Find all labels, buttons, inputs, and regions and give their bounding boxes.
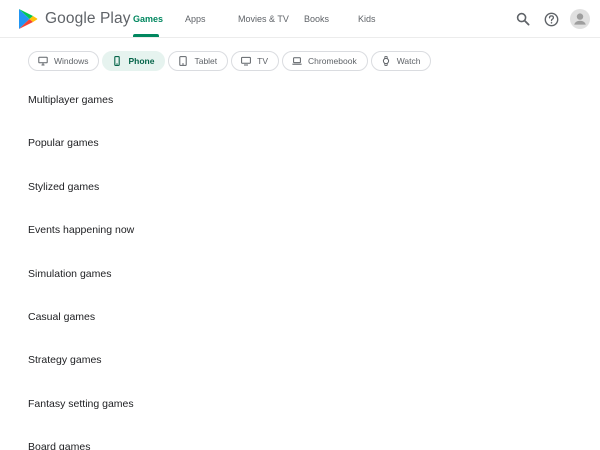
nav-tab-movies-tv[interactable]: Movies & TV bbox=[238, 0, 289, 38]
chip-windows[interactable]: Windows bbox=[28, 51, 100, 71]
chip-label: Tablet bbox=[194, 56, 218, 66]
search-button[interactable] bbox=[514, 10, 532, 28]
watch-icon bbox=[382, 56, 389, 66]
tv-icon bbox=[241, 56, 252, 66]
account-avatar-icon bbox=[570, 9, 590, 29]
section-title-simulation-games[interactable]: Simulation games bbox=[28, 268, 111, 280]
google-play-page: Google Play Games Apps Movies & TV Books… bbox=[0, 0, 600, 450]
google-play-logo-link[interactable]: Google Play bbox=[18, 8, 131, 30]
section-title-popular-games[interactable]: Popular games bbox=[28, 137, 99, 149]
section-title-stylized-games[interactable]: Stylized games bbox=[28, 181, 99, 193]
device-filter-chips: Windows Phone Tablet TV Chromebook Watch bbox=[28, 51, 432, 71]
nav-tab-kids[interactable]: Kids bbox=[358, 0, 376, 38]
section-title-board-games[interactable]: Board games bbox=[28, 441, 90, 450]
chip-tablet[interactable]: Tablet bbox=[168, 51, 229, 71]
help-icon bbox=[544, 12, 558, 26]
chip-label: Phone bbox=[128, 56, 155, 66]
nav-tab-books[interactable]: Books bbox=[304, 0, 329, 38]
section-title-events-happening-now[interactable]: Events happening now bbox=[28, 224, 134, 236]
tablet-icon bbox=[179, 56, 188, 66]
section-title-casual-games[interactable]: Casual games bbox=[28, 311, 95, 323]
chip-label: Chromebook bbox=[308, 56, 357, 66]
section-title-fantasy-setting-games[interactable]: Fantasy setting games bbox=[28, 398, 134, 410]
nav-tab-apps[interactable]: Apps bbox=[185, 0, 206, 38]
search-icon bbox=[516, 12, 530, 26]
section-title-strategy-games[interactable]: Strategy games bbox=[28, 354, 102, 366]
chip-label: Watch bbox=[396, 56, 421, 66]
phone-icon bbox=[114, 56, 121, 66]
top-app-bar: Google Play Games Apps Movies & TV Books… bbox=[0, 0, 600, 38]
chip-label: TV bbox=[257, 56, 269, 66]
windows-monitor-icon bbox=[38, 56, 48, 66]
chip-tv[interactable]: TV bbox=[231, 51, 280, 71]
chip-chromebook[interactable]: Chromebook bbox=[282, 51, 368, 71]
chip-watch[interactable]: Watch bbox=[370, 51, 432, 71]
section-title-multiplayer-games[interactable]: Multiplayer games bbox=[28, 94, 113, 106]
nav-tab-games[interactable]: Games bbox=[133, 0, 163, 38]
chip-phone[interactable]: Phone bbox=[102, 51, 166, 71]
chip-label: Windows bbox=[54, 56, 89, 66]
google-play-logo-icon bbox=[19, 9, 38, 29]
laptop-icon bbox=[292, 57, 302, 65]
brand-name: Google Play bbox=[45, 10, 131, 27]
active-tab-indicator bbox=[133, 34, 159, 37]
account-button[interactable] bbox=[570, 9, 590, 29]
help-button[interactable] bbox=[542, 10, 560, 28]
